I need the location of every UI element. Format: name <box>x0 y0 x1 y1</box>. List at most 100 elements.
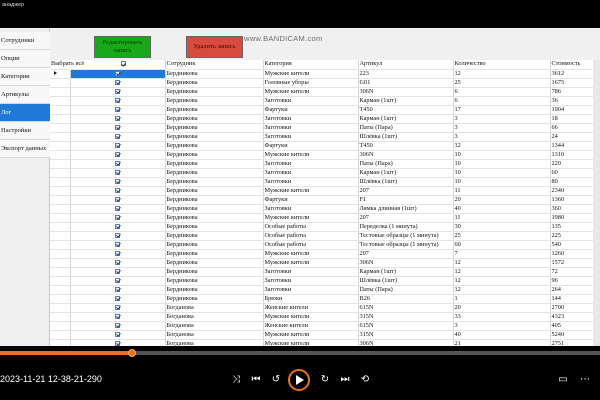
previous-icon[interactable]: ⏮ <box>249 372 263 386</box>
row-checkbox-cell[interactable] <box>70 132 166 142</box>
row-checkbox-cell[interactable] <box>70 105 166 115</box>
row-selector[interactable] <box>50 303 71 313</box>
row-checkbox[interactable] <box>115 70 120 76</box>
row-selector[interactable] <box>50 105 71 115</box>
table-row[interactable]: Бердникова Заготовки Шлёвка (1шт) 10 80 <box>50 177 600 187</box>
vertical-scrollbar[interactable] <box>593 60 600 346</box>
table-row[interactable]: Бердникова Заготовки Карман (1шт) 6 36 <box>50 96 600 106</box>
table-row[interactable]: Бердникова Заготовки Паты (Пара) 12 264 <box>50 285 600 295</box>
row-checkbox[interactable] <box>115 277 120 283</box>
row-checkbox-cell[interactable] <box>70 321 166 331</box>
row-selector[interactable] <box>50 231 71 241</box>
row-checkbox[interactable] <box>115 232 120 238</box>
row-checkbox[interactable] <box>115 133 120 139</box>
column-header-category[interactable]: Категория <box>263 60 359 70</box>
table-row[interactable]: Бердникова Мужские кители 306N 12 1572 <box>50 258 600 268</box>
row-checkbox-cell[interactable] <box>70 78 166 88</box>
row-checkbox[interactable] <box>115 79 120 85</box>
row-checkbox[interactable] <box>115 313 120 319</box>
row-checkbox-cell[interactable] <box>70 141 166 151</box>
row-checkbox[interactable] <box>115 205 120 211</box>
row-selector[interactable] <box>50 114 71 124</box>
row-checkbox-cell[interactable] <box>70 123 166 133</box>
row-selector[interactable] <box>50 240 71 250</box>
table-row[interactable]: Бердникова Мужские кители 207 11 2340 <box>50 186 600 196</box>
sidebar-item-export[interactable]: Экспорт данных <box>0 140 50 158</box>
row-checkbox-cell[interactable] <box>70 213 166 223</box>
row-checkbox-cell[interactable] <box>70 186 166 196</box>
select-all-checkbox[interactable] <box>120 61 126 67</box>
table-row[interactable]: Бердникова Фартуки T450 17 1904 <box>50 105 600 115</box>
rewind-icon[interactable]: ↺ <box>269 372 283 386</box>
next-icon[interactable]: ⏭ <box>338 372 352 386</box>
row-selector[interactable] <box>50 87 71 97</box>
row-checkbox[interactable] <box>115 223 120 229</box>
row-checkbox[interactable] <box>115 196 120 202</box>
row-checkbox-cell[interactable] <box>70 222 166 232</box>
row-selector[interactable] <box>50 258 71 268</box>
column-header-employee[interactable]: Сотрудник <box>165 60 264 70</box>
row-selector[interactable] <box>50 294 71 304</box>
row-selector[interactable] <box>50 177 71 187</box>
row-selector[interactable] <box>50 96 71 106</box>
row-selector[interactable] <box>50 204 71 214</box>
row-checkbox[interactable] <box>115 331 120 337</box>
row-checkbox[interactable] <box>115 178 120 184</box>
row-checkbox[interactable] <box>115 115 120 121</box>
sidebar-item-employees[interactable]: Сотрудники <box>0 32 50 50</box>
row-selector[interactable] <box>50 267 71 277</box>
row-checkbox-cell[interactable] <box>70 150 166 160</box>
row-checkbox-cell[interactable] <box>70 177 166 187</box>
row-selector[interactable] <box>50 213 71 223</box>
row-checkbox-cell[interactable] <box>70 339 166 346</box>
table-row[interactable]: Богданова Женские кители 615N 3 405 <box>50 321 600 331</box>
row-checkbox[interactable] <box>115 142 120 148</box>
table-row[interactable]: Бердникова Заготовки Лямка длинная (1шт) 40… <box>50 204 600 214</box>
row-checkbox-cell[interactable] <box>70 267 166 277</box>
table-row[interactable]: Бердникова Фартуки F1 20 1360 <box>50 195 600 205</box>
row-checkbox[interactable] <box>115 241 120 247</box>
table-row[interactable]: Бердникова Мужские кители 223 12 3612 <box>50 69 600 79</box>
forward-icon[interactable]: ↻ <box>318 372 332 386</box>
table-row[interactable]: Богданова Мужские кители 315N 40 5240 <box>50 330 600 340</box>
sidebar-item-articles[interactable]: Артикулы <box>0 86 50 104</box>
table-row[interactable]: Бердникова Заготовки Паты (Пара) 3 66 <box>50 123 600 133</box>
shuffle-icon[interactable]: ⤨ <box>229 372 243 386</box>
row-checkbox[interactable] <box>115 259 120 265</box>
row-checkbox-cell[interactable] <box>70 240 166 250</box>
play-button[interactable] <box>288 369 310 391</box>
row-checkbox[interactable] <box>115 340 120 346</box>
table-row[interactable]: Бердникова Мужские кители 207 7 1260 <box>50 249 600 259</box>
row-checkbox[interactable] <box>115 295 120 301</box>
row-checkbox-cell[interactable] <box>70 303 166 313</box>
row-selector[interactable] <box>50 78 71 88</box>
table-row[interactable]: Богданова Женские кители 615N 20 2700 <box>50 303 600 313</box>
row-selector[interactable] <box>50 330 71 340</box>
row-checkbox-cell[interactable] <box>70 204 166 214</box>
progress-knob[interactable] <box>128 349 136 357</box>
row-checkbox[interactable] <box>115 151 120 157</box>
table-row[interactable]: Бердникова Особые работы Тестовые образцы … <box>50 240 600 250</box>
column-header-article[interactable]: Артикул <box>358 60 454 70</box>
row-checkbox-cell[interactable] <box>70 249 166 259</box>
table-row[interactable]: Бердникова Заготовки Карман (1шт) 10 60 <box>50 168 600 178</box>
row-checkbox-cell[interactable] <box>70 312 166 322</box>
row-checkbox[interactable] <box>115 187 120 193</box>
row-checkbox[interactable] <box>115 169 120 175</box>
row-checkbox[interactable] <box>115 268 120 274</box>
row-checkbox[interactable] <box>115 214 120 220</box>
select-all-header[interactable]: Выбрать всё <box>50 60 166 70</box>
row-checkbox-cell[interactable] <box>70 285 166 295</box>
table-row[interactable]: Бердникова Заготовки Паты (Пара) 10 220 <box>50 159 600 169</box>
row-selector[interactable] <box>50 132 71 142</box>
row-selector[interactable] <box>50 159 71 169</box>
row-checkbox-cell[interactable] <box>70 96 166 106</box>
table-row[interactable]: Бердникова Заготовки Карман (1шт) 12 72 <box>50 267 600 277</box>
row-checkbox-cell[interactable] <box>70 69 166 79</box>
table-row[interactable]: Бердникова Брюки B26 1 144 <box>50 294 600 304</box>
row-selector[interactable] <box>50 141 71 151</box>
row-selector[interactable] <box>50 150 71 160</box>
row-checkbox[interactable] <box>115 304 120 310</box>
row-checkbox[interactable] <box>115 286 120 292</box>
row-checkbox[interactable] <box>115 160 120 166</box>
